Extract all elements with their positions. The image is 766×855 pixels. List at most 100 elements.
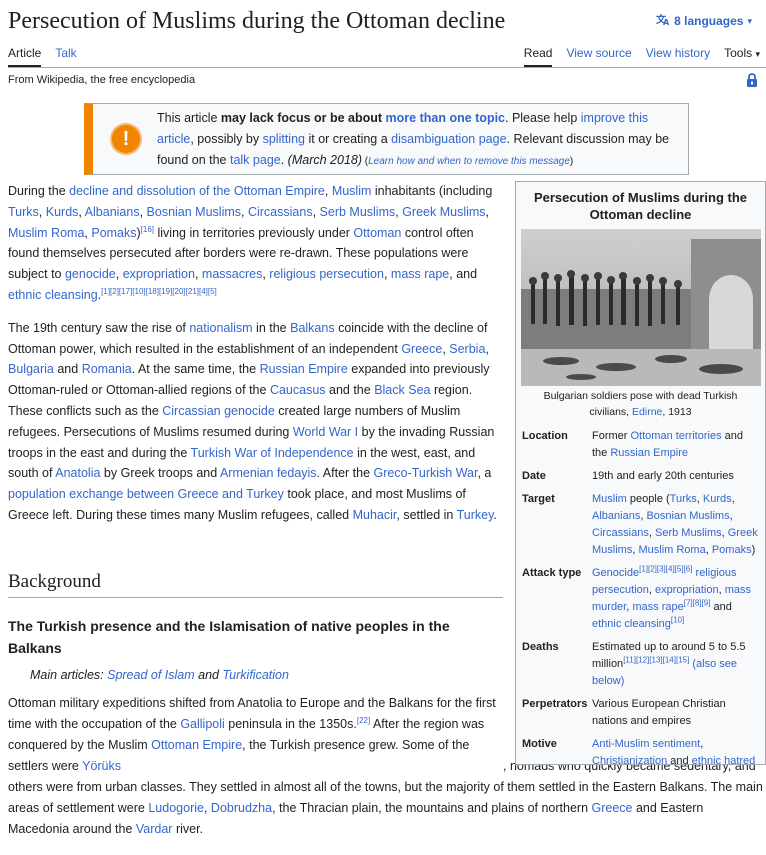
link[interactable]: Armenian fedayis <box>220 466 317 480</box>
text: and <box>194 668 223 682</box>
link[interactable]: Circassian genocide <box>162 404 275 418</box>
link[interactable]: Ludogorie <box>148 801 204 815</box>
tab-read[interactable]: Read <box>523 46 553 67</box>
warning-icon: ! <box>112 125 140 153</box>
link[interactable]: Bosnian Muslims <box>147 205 241 219</box>
link-talk-page[interactable]: talk page <box>230 153 281 167</box>
link[interactable]: Yörüks <box>82 759 121 773</box>
link[interactable]: Serbia <box>449 342 485 356</box>
notice-part: ) <box>569 156 574 167</box>
link[interactable]: Ottoman <box>353 226 401 240</box>
link[interactable]: Russian Empire <box>260 362 348 376</box>
row-label: Motive <box>522 738 557 750</box>
tab-view-history[interactable]: View history <box>646 46 710 67</box>
link[interactable]: population exchange between Greece and T… <box>8 487 284 501</box>
link[interactable]: massacres <box>202 267 262 281</box>
link[interactable]: Greek Muslims <box>402 205 485 219</box>
link[interactable]: Turks <box>670 493 697 505</box>
link[interactable]: Circassians <box>592 527 649 539</box>
link[interactable]: Dobrudzha <box>211 801 272 815</box>
link[interactable]: Muslim Roma <box>8 226 84 240</box>
link[interactable]: Anti-Muslim sentiment <box>592 738 700 750</box>
link[interactable]: nationalism <box>189 321 252 335</box>
paragraph-2: The 19th century saw the rise of nationa… <box>8 320 497 522</box>
link[interactable]: mass rape <box>632 601 683 613</box>
reference[interactable]: [11][12][13][14][15] <box>623 655 689 664</box>
infobox-photo[interactable] <box>520 229 761 386</box>
link-turkification[interactable]: Turkification <box>222 668 288 682</box>
link[interactable]: Balkans <box>290 321 334 335</box>
link-splitting[interactable]: splitting <box>263 132 305 146</box>
notice-part: , possibly by <box>190 132 263 146</box>
link[interactable]: Kurds <box>46 205 79 219</box>
tab-talk[interactable]: Talk <box>55 46 76 67</box>
link[interactable]: Romania <box>82 362 132 376</box>
reference[interactable]: [22] <box>357 716 370 725</box>
text: inhabitants (including <box>371 184 493 198</box>
link[interactable]: Black Sea <box>374 383 430 397</box>
link[interactable]: Muhacir <box>353 508 397 522</box>
link[interactable]: Turks <box>8 205 39 219</box>
reference[interactable]: [10] <box>671 615 684 624</box>
link[interactable]: genocide <box>65 267 116 281</box>
notice-bold: may lack focus or be about <box>220 111 386 125</box>
link-learn-remove[interactable]: Learn how and when to remove this messag… <box>368 156 570 167</box>
link[interactable]: Albanians <box>85 205 140 219</box>
link[interactable]: Albanians <box>592 510 640 522</box>
link[interactable]: expropriation <box>123 267 195 281</box>
reference[interactable]: [1][2][3][4][5][6] <box>639 564 692 573</box>
link[interactable]: Greco-Turkish War <box>374 466 478 480</box>
link[interactable]: Turkey <box>457 508 494 522</box>
link[interactable]: Pomaks <box>712 544 752 556</box>
link[interactable]: religious persecution <box>269 267 384 281</box>
language-button[interactable]: 文A 8 languages ▾ <box>656 13 752 29</box>
link[interactable]: Ottoman territories <box>631 430 722 442</box>
link[interactable]: Bosnian Muslims <box>646 510 729 522</box>
link-spread-of-islam[interactable]: Spread of Islam <box>107 668 195 682</box>
link[interactable]: Ottoman Empire <box>151 738 242 752</box>
text: and <box>667 755 692 767</box>
reference[interactable]: [1][2][17][10][18][19][20][21][4][5] <box>101 287 217 296</box>
reference[interactable]: [16] <box>141 224 154 233</box>
link[interactable]: Muslim <box>592 493 627 505</box>
link[interactable]: Muslim <box>332 184 372 198</box>
link[interactable]: Christianization <box>592 755 667 767</box>
link[interactable]: ethnic hatred <box>692 755 756 767</box>
link[interactable]: Greece <box>401 342 442 356</box>
link[interactable]: Bulgaria <box>8 362 54 376</box>
text: and the <box>325 383 375 398</box>
link[interactable]: Serb Muslims <box>655 527 722 539</box>
text: living in territories previously under <box>154 225 354 240</box>
link[interactable]: Anatolia <box>55 466 100 480</box>
link[interactable]: Circassians <box>248 205 313 219</box>
link[interactable]: Greece <box>592 801 633 815</box>
lock-icon[interactable] <box>746 73 758 88</box>
infobox: Persecution of Muslims during the Ottoma… <box>515 181 766 767</box>
link[interactable]: ethnic cleansing <box>8 288 98 302</box>
link[interactable]: Muslim Roma <box>638 544 705 556</box>
tab-view-source[interactable]: View source <box>566 46 631 67</box>
link[interactable]: ethnic cleansing <box>592 618 671 630</box>
link[interactable]: Kurds <box>703 493 732 505</box>
link[interactable]: Serb Muslims <box>320 205 396 219</box>
link[interactable]: Russian Empire <box>610 447 688 459</box>
tools-menu[interactable]: Tools ▾ <box>724 46 760 67</box>
tab-article[interactable]: Article <box>8 46 42 67</box>
link[interactable]: Genocide <box>592 567 639 579</box>
link[interactable]: Caucasus <box>270 383 326 397</box>
link[interactable]: Pomaks <box>91 226 136 240</box>
row-value: Former Ottoman territories and the Russi… <box>590 426 761 466</box>
link[interactable]: expropriation <box>655 584 719 596</box>
text: , 1913 <box>662 406 692 418</box>
row-label: Location <box>522 430 568 442</box>
link[interactable]: Turkish War of Independence <box>191 446 354 460</box>
link-disambiguation-page[interactable]: disambiguation page <box>391 132 506 146</box>
link[interactable]: Vardar <box>136 822 173 836</box>
link[interactable]: decline and dissolution of the Ottoman E… <box>69 184 325 198</box>
link-more-than-one-topic[interactable]: more than one topic <box>386 111 505 125</box>
link[interactable]: World War I <box>293 425 358 439</box>
link-edirne[interactable]: Edirne <box>632 406 662 418</box>
link[interactable]: Gallipoli <box>180 717 224 731</box>
reference[interactable]: [7][8][9] <box>684 598 711 607</box>
link[interactable]: mass rape <box>391 267 449 281</box>
